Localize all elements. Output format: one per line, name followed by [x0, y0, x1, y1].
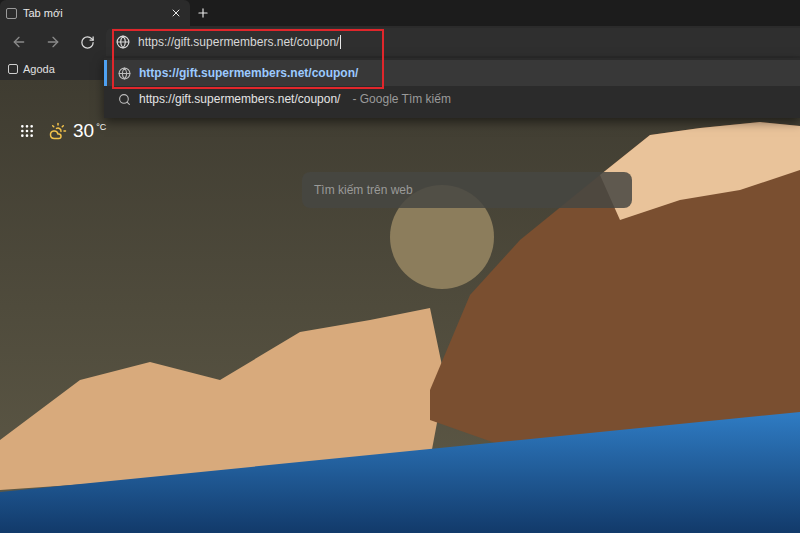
- search-row: Tìm kiếm trên web: [0, 142, 800, 208]
- favorite-icon: [8, 64, 18, 74]
- arrow-left-icon: [11, 34, 27, 50]
- tab-strip: Tab mới: [0, 0, 800, 26]
- mountain-photo-icon: [0, 80, 800, 533]
- apps-grid-icon[interactable]: [19, 123, 35, 139]
- search-icon: [118, 93, 131, 106]
- toolbar: https://gift.supermembers.net/coupon/: [0, 26, 800, 58]
- suggestion-row[interactable]: https://gift.supermembers.net/coupon/: [104, 60, 800, 86]
- refresh-icon: [80, 35, 95, 50]
- favorite-item[interactable]: Agoda: [4, 61, 59, 77]
- page-icon: [6, 8, 17, 19]
- globe-icon: [116, 35, 130, 49]
- background-photo: 30°C Tìm kiếm trên web: [0, 80, 800, 533]
- arrow-right-icon: [45, 34, 61, 50]
- back-button[interactable]: [2, 28, 36, 56]
- weather-icon: [49, 122, 67, 140]
- text-caret: [340, 35, 341, 49]
- browser-tab[interactable]: Tab mới: [0, 0, 190, 26]
- close-icon[interactable]: [170, 7, 182, 19]
- plus-icon: [196, 6, 210, 20]
- forward-button[interactable]: [36, 28, 70, 56]
- new-tab-button[interactable]: [190, 0, 216, 26]
- suggestion-row[interactable]: https://gift.supermembers.net/coupon/- G…: [104, 86, 800, 112]
- weather-widget[interactable]: 30°C: [49, 120, 106, 142]
- globe-icon: [118, 67, 131, 80]
- address-bar[interactable]: https://gift.supermembers.net/coupon/: [106, 28, 800, 56]
- refresh-button[interactable]: [70, 28, 104, 56]
- suggestion-dropdown: https://gift.supermembers.net/coupon/htt…: [104, 58, 800, 118]
- browser-window: Tab mớihttps://gift.supermembers.net/cou…: [0, 0, 800, 533]
- web-search-box[interactable]: Tìm kiếm trên web: [302, 172, 632, 208]
